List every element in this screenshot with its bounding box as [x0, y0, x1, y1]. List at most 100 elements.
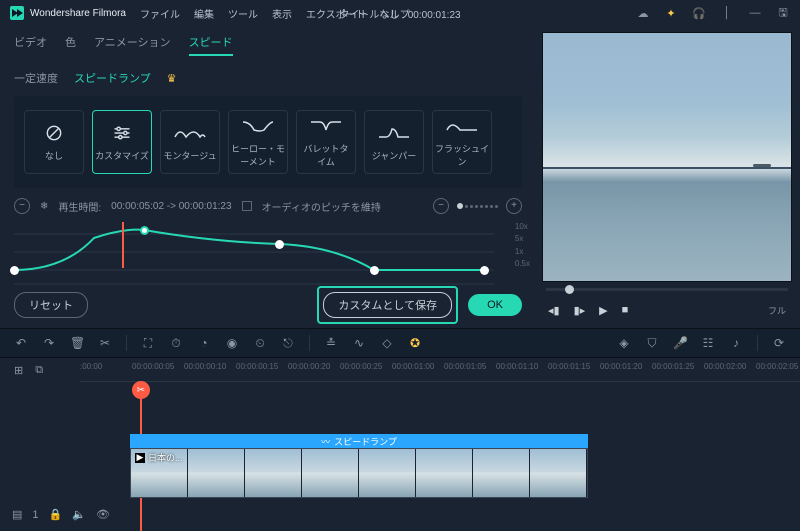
fullscreen-label[interactable]: フル — [768, 304, 786, 317]
render-button[interactable]: ⟳ — [772, 336, 786, 350]
preset-label: カスタマイズ — [95, 149, 149, 162]
menu-view[interactable]: 表示 — [272, 6, 292, 21]
visibility-icon[interactable]: 👁 — [96, 508, 110, 521]
speed-button[interactable]: ⏱ — [169, 336, 183, 351]
stop-button[interactable]: ■ — [622, 304, 629, 316]
clip-speed-bar[interactable]: 〰 スピードランプ — [130, 434, 588, 448]
delete-button[interactable]: 🗑 — [70, 336, 84, 350]
prev-frame-button[interactable]: ◂▮ — [548, 304, 560, 317]
enhance-button[interactable]: ✪ — [408, 336, 422, 350]
tab-color[interactable]: 色 — [65, 34, 76, 56]
pitch-label: オーディオのピッチを維持 — [262, 199, 381, 214]
save-icon[interactable]: 🖫 — [776, 4, 790, 23]
chroma-button[interactable]: ◉ — [225, 336, 239, 350]
speed-sub-tabs: 一定速度 スピードランプ ♛ — [14, 62, 522, 96]
ramp-keyframe[interactable] — [275, 240, 284, 249]
speed-ramp-graph[interactable]: 10x 5x 1x 0.5x — [14, 222, 522, 268]
preset-none[interactable]: なし — [24, 110, 84, 174]
preset-hero[interactable]: ヒーロー・モーメント — [228, 110, 288, 174]
lock-icon[interactable]: 🔒 — [49, 508, 63, 521]
ramp-keyframe[interactable] — [480, 266, 489, 275]
video-clip[interactable]: ▶ 日本の... — [130, 448, 588, 498]
wave-icon — [242, 116, 274, 136]
keyframe-button[interactable]: ◇ — [380, 336, 394, 350]
ruler-row: ⊞ ⧉ :00:00 00:00:00:05 00:00:00:10 00:00… — [0, 358, 800, 382]
menu-edit[interactable]: 編集 — [194, 6, 214, 21]
preset-montage[interactable]: モンタージュ — [160, 110, 220, 174]
link-icon[interactable]: ⧉ — [35, 364, 43, 377]
crown-icon: ♛ — [167, 72, 177, 85]
track-index: 1 — [32, 509, 38, 521]
wave-icon — [174, 123, 206, 143]
preset-customize[interactable]: カスタマイズ — [92, 110, 152, 174]
clip-speed-label: スピードランプ — [334, 435, 397, 448]
mute-icon[interactable]: 🔈 — [72, 508, 86, 521]
zoom-slider[interactable] — [457, 203, 498, 209]
subtab-ramp[interactable]: スピードランプ — [74, 70, 151, 86]
duration-button[interactable]: ⏲ — [253, 336, 267, 351]
ramp-keyframe[interactable] — [370, 266, 379, 275]
tracks-icon[interactable]: ⊞ — [14, 364, 23, 377]
freeze-icon[interactable]: ❄ — [40, 201, 48, 212]
menu-tools[interactable]: ツール — [228, 6, 258, 21]
idea-icon[interactable]: ✦ — [664, 7, 678, 20]
save-custom-button[interactable]: カスタムとして保存 — [323, 292, 452, 318]
tab-video[interactable]: ビデオ — [14, 34, 47, 56]
next-frame-button[interactable]: ▮▸ — [574, 304, 586, 317]
pitch-checkbox[interactable] — [242, 201, 252, 211]
clip-title: 日本の... — [148, 451, 183, 464]
preset-jumper[interactable]: ジャンパー — [364, 110, 424, 174]
duration-label: 再生時間: — [58, 199, 101, 214]
tab-animation[interactable]: アニメーション — [94, 34, 171, 56]
redo-button[interactable]: ↷ — [42, 336, 56, 350]
ban-icon — [38, 123, 70, 143]
undo-button[interactable]: ↶ — [14, 336, 28, 350]
adjust-button[interactable]: ≛ — [324, 336, 338, 350]
project-title: タイトルなし : 00:00:01:23 — [339, 6, 460, 21]
subtab-uniform[interactable]: 一定速度 — [14, 70, 58, 86]
detach-button[interactable]: ⎋ — [281, 336, 295, 351]
zoom-out-button[interactable]: − — [433, 198, 449, 214]
minimize-icon[interactable]: — — [748, 7, 762, 19]
play-icon: ▶ — [135, 453, 145, 463]
app-name: Wondershare Filmora — [30, 8, 126, 19]
remove-keyframe-button[interactable]: − — [14, 198, 30, 214]
ramp-keyframe[interactable] — [10, 266, 19, 275]
menu-file[interactable]: ファイル — [140, 6, 180, 21]
mic-button[interactable]: 🎤 — [673, 336, 687, 350]
wave-icon — [310, 116, 342, 136]
title-bar: Wondershare Filmora ファイル 編集 ツール 表示 エクスポー… — [0, 0, 800, 26]
mixer-button[interactable]: ☷ — [701, 336, 715, 350]
preset-label: バレットタイム — [299, 142, 353, 168]
ramp-playhead[interactable] — [122, 222, 124, 268]
app-logo — [10, 6, 24, 20]
time-ruler[interactable]: :00:00 00:00:00:05 00:00:00:10 00:00:00:… — [80, 358, 800, 382]
ok-button[interactable]: OK — [468, 294, 522, 316]
tab-speed[interactable]: スピード — [189, 34, 233, 56]
reset-button[interactable]: リセット — [14, 292, 88, 318]
music-button[interactable]: ♪ — [729, 336, 743, 350]
shield-button[interactable]: ⛉ — [645, 336, 659, 351]
preset-flashin[interactable]: フラッシュイン — [432, 110, 492, 174]
play-button[interactable]: ▶ — [599, 304, 607, 317]
cloud-icon[interactable]: ☁ — [636, 7, 650, 20]
preset-row: なし カスタマイズ モンタージュ ヒーロー・モーメント バレットタイム ジャンパ… — [14, 96, 522, 188]
timeline-body[interactable]: ✂ 〰 スピードランプ ▶ 日本の... ▤ 1 🔒 🔈 👁 — [0, 382, 800, 531]
seek-knob[interactable] — [565, 285, 574, 294]
film-icon: ▤ — [12, 508, 22, 521]
preview-controls: ◂▮ ▮▸ ▶ ■ フル — [542, 296, 792, 324]
preset-bullet[interactable]: バレットタイム — [296, 110, 356, 174]
audio-button[interactable]: ∿ — [352, 336, 366, 350]
marker-button[interactable]: ◈ — [617, 336, 631, 350]
preset-label: モンタージュ — [163, 149, 216, 162]
ramp-keyframe[interactable] — [140, 226, 149, 235]
preview-seek[interactable] — [542, 282, 792, 296]
crop-button[interactable]: ⛶ — [141, 336, 155, 351]
cut-button[interactable]: ✂ — [98, 336, 112, 350]
preview-monitor[interactable] — [542, 32, 792, 282]
color-button[interactable]: ◔ — [197, 336, 211, 350]
duration-value: 00:00:05:02 -> 00:00:01:23 — [111, 201, 231, 212]
zoom-in-button[interactable]: + — [506, 198, 522, 214]
preview-panel: ◂▮ ▮▸ ▶ ■ フル — [536, 26, 800, 328]
support-icon[interactable]: 🎧 — [692, 7, 706, 20]
